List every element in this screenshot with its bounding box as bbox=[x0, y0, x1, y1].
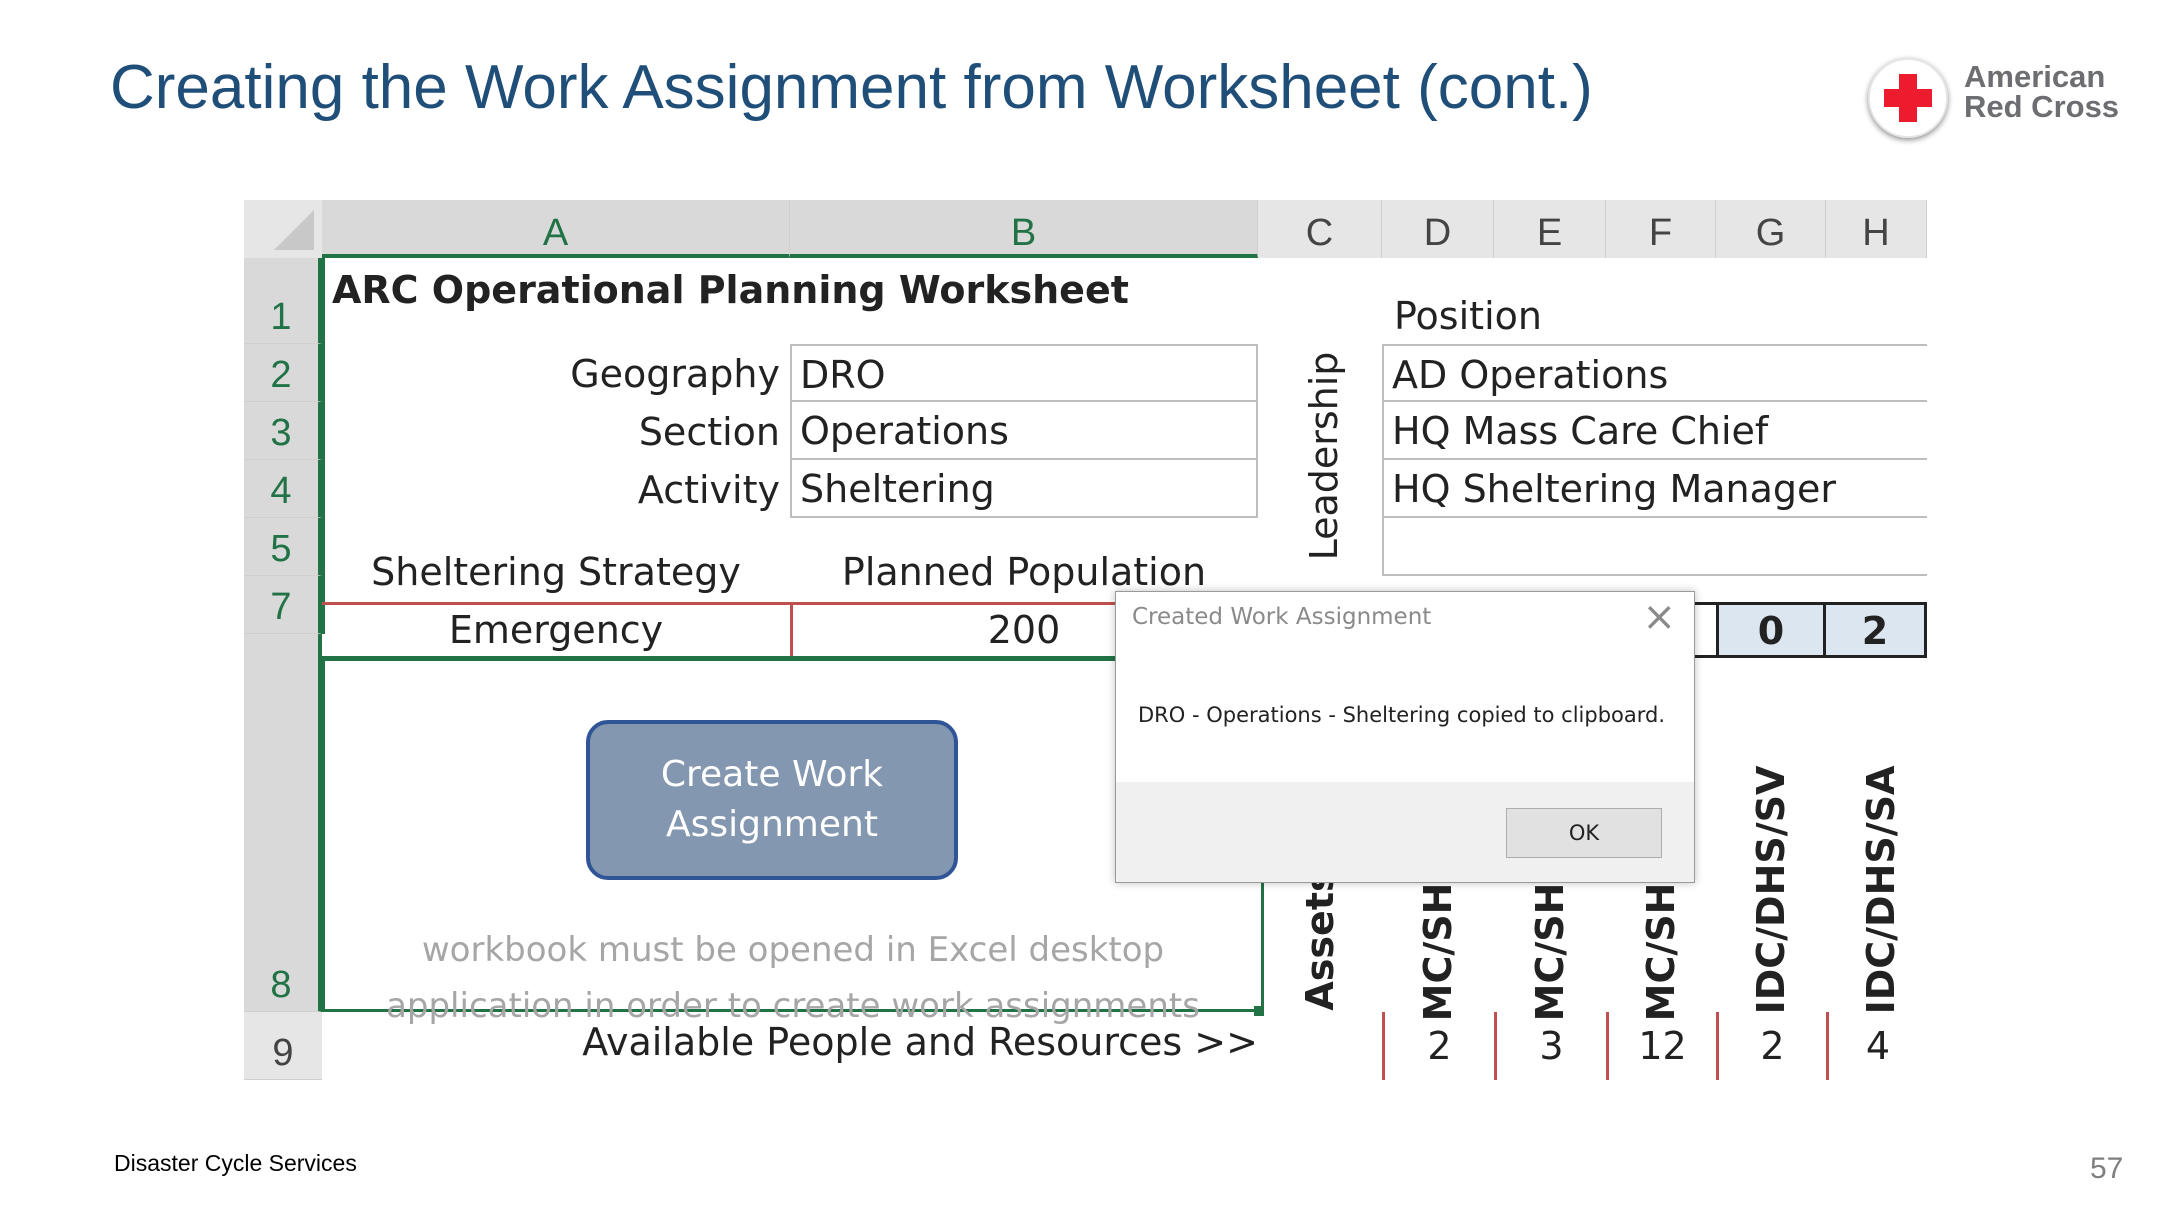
position-3[interactable]: HQ Sheltering Manager bbox=[1382, 460, 1927, 518]
row-header-9[interactable]: 9 bbox=[244, 1012, 322, 1080]
column-header-h[interactable]: H bbox=[1826, 200, 1927, 258]
column-header-g[interactable]: G bbox=[1716, 200, 1826, 258]
section-value[interactable]: Operations bbox=[790, 402, 1258, 460]
logo-line-1: American bbox=[1964, 59, 2106, 94]
column-header-f[interactable]: F bbox=[1606, 200, 1716, 258]
available-resources-label: Available People and Resources >> bbox=[582, 1020, 1258, 1064]
select-all-corner[interactable] bbox=[244, 200, 322, 258]
available-d[interactable]: 2 bbox=[1382, 1012, 1494, 1080]
page-number: 57 bbox=[2090, 1152, 2124, 1185]
footer-text: Disaster Cycle Services bbox=[114, 1150, 357, 1176]
activity-value[interactable]: Sheltering bbox=[790, 460, 1258, 518]
vertical-header-idc-dhs-sa: IDC/DHS/SA bbox=[1859, 765, 1903, 1015]
available-c[interactable] bbox=[1258, 1012, 1382, 1080]
vertical-header-assets: Assets bbox=[1298, 869, 1342, 1011]
dialog-message: DRO - Operations - Sheltering copied to … bbox=[1138, 703, 1666, 727]
planned-population-header: Planned Population bbox=[841, 550, 1207, 594]
create-work-assignment-button[interactable]: Create Work Assignment bbox=[586, 720, 958, 880]
sheltering-strategy-header: Sheltering Strategy bbox=[371, 550, 741, 594]
worksheet-title[interactable]: ARC Operational Planning Worksheet bbox=[332, 268, 1129, 312]
red-cross-logo: American Red Cross bbox=[1868, 52, 2138, 152]
geography-value[interactable]: DRO bbox=[790, 344, 1258, 402]
position-2[interactable]: HQ Mass Care Chief bbox=[1382, 402, 1927, 460]
section-label: Section bbox=[638, 410, 780, 454]
row-header-3[interactable]: 3 bbox=[244, 402, 322, 460]
row-header-4[interactable]: 4 bbox=[244, 460, 322, 518]
available-h[interactable]: 4 bbox=[1826, 1012, 1927, 1080]
column-header-a[interactable]: A bbox=[322, 200, 790, 258]
close-icon[interactable]: × bbox=[1642, 594, 1676, 640]
available-e[interactable]: 3 bbox=[1494, 1012, 1606, 1080]
row-header-2[interactable]: 2 bbox=[244, 344, 322, 402]
slide-title: Creating the Work Assignment from Worksh… bbox=[110, 53, 1593, 122]
activity-label: Activity bbox=[637, 468, 780, 512]
available-g[interactable]: 2 bbox=[1716, 1012, 1826, 1080]
row-header-5[interactable]: 5 bbox=[244, 518, 322, 576]
vertical-header-mc-sh-3: MC/SH/ bbox=[1639, 868, 1683, 1022]
create-work-assignment-label: Create Work Assignment bbox=[660, 754, 884, 845]
column-header-c[interactable]: C bbox=[1258, 200, 1382, 258]
leadership-label: Leadership bbox=[1302, 351, 1346, 561]
vertical-header-mc-sh-2: MC/SH/ bbox=[1528, 868, 1572, 1022]
row-header-1[interactable]: 1 bbox=[244, 258, 322, 344]
red-cross-icon bbox=[1868, 58, 1948, 138]
logo-line-2: Red Cross bbox=[1964, 89, 2120, 124]
row-header-8[interactable]: 8 bbox=[244, 634, 322, 1012]
position-4[interactable] bbox=[1382, 518, 1927, 576]
vertical-header-idc-dhs-sv: IDC/DHS/SV bbox=[1749, 765, 1793, 1015]
dialog-title: Created Work Assignment bbox=[1132, 604, 1432, 630]
geography-label: Geography bbox=[570, 352, 780, 396]
row7-g-value[interactable]: 0 bbox=[1716, 602, 1826, 658]
ok-button[interactable]: OK bbox=[1506, 808, 1662, 858]
desktop-app-note: workbook must be opened in Excel desktop… bbox=[386, 930, 1200, 1026]
column-header-d[interactable]: D bbox=[1382, 200, 1494, 258]
row7-h-value[interactable]: 2 bbox=[1826, 602, 1927, 658]
sheltering-strategy-value[interactable]: Emergency bbox=[322, 608, 790, 652]
position-header: Position bbox=[1394, 294, 1542, 338]
vertical-header-mc-sh-1: MC/SH/ bbox=[1416, 868, 1460, 1022]
position-1[interactable]: AD Operations bbox=[1382, 344, 1927, 402]
created-work-assignment-dialog: Created Work Assignment × DRO - Operatio… bbox=[1115, 591, 1695, 883]
available-f[interactable]: 12 bbox=[1606, 1012, 1716, 1080]
row-header-7[interactable]: 7 bbox=[244, 576, 322, 634]
column-header-b[interactable]: B bbox=[790, 200, 1258, 258]
column-header-e[interactable]: E bbox=[1494, 200, 1606, 258]
dialog-button-bar: OK bbox=[1116, 782, 1694, 882]
